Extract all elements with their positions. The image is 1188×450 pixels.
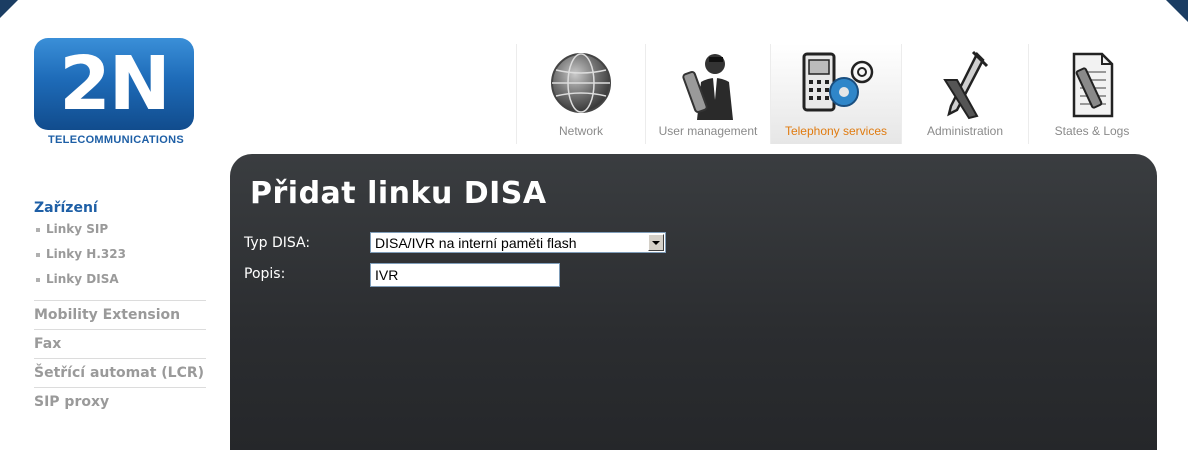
nav-network-label: Network bbox=[558, 124, 603, 138]
bullet-icon bbox=[36, 252, 40, 257]
sidebar-subitem-linky-sip[interactable]: Linky SIP bbox=[34, 222, 206, 247]
bullet-icon bbox=[36, 277, 40, 282]
sidebar-item-mobility-extension[interactable]: Mobility Extension bbox=[34, 300, 206, 329]
company-logo[interactable]: 2N TELECOMMUNICATIONS bbox=[34, 38, 194, 148]
top-right-corner bbox=[1166, 0, 1188, 22]
typ-disa-row: Typ DISA: DISA/IVR na interní paměti fla… bbox=[244, 232, 684, 256]
logs-document-icon bbox=[1064, 50, 1120, 124]
sidebar: Zařízení Linky SIP Linky H.323 Linky DIS… bbox=[34, 200, 206, 416]
popis-label: Popis: bbox=[244, 266, 286, 282]
sidebar-heading[interactable]: Zařízení bbox=[34, 200, 206, 216]
chevron-down-icon bbox=[652, 240, 660, 245]
main-panel: Přidat linku DISA Typ DISA: DISA/IVR na … bbox=[230, 154, 1157, 450]
sidebar-subitem-linky-h323[interactable]: Linky H.323 bbox=[34, 247, 206, 272]
nav-user-management[interactable]: User management bbox=[645, 44, 770, 144]
sidebar-subitem-label: Linky DISA bbox=[46, 272, 119, 286]
top-navigation: Network User management Telephony servic… bbox=[516, 44, 1155, 144]
logo-mark-box: 2N bbox=[34, 38, 194, 130]
user-management-icon bbox=[675, 50, 741, 124]
typ-disa-selected-value: DISA/IVR na interní paměti flash bbox=[375, 235, 577, 251]
sidebar-item-lcr[interactable]: Šetřící automat (LCR) bbox=[34, 358, 206, 387]
bullet-icon bbox=[36, 227, 40, 232]
nav-user-management-label: User management bbox=[658, 124, 758, 138]
nav-states-logs[interactable]: States & Logs bbox=[1028, 44, 1155, 144]
nav-telephony-services[interactable]: Telephony services bbox=[770, 44, 901, 144]
nav-administration[interactable]: Administration bbox=[901, 44, 1028, 144]
popis-input[interactable] bbox=[370, 263, 560, 287]
sidebar-subitem-linky-disa[interactable]: Linky DISA bbox=[34, 272, 206, 297]
globe-icon bbox=[548, 50, 614, 120]
nav-administration-label: Administration bbox=[926, 124, 1004, 138]
logo-mark: 2N bbox=[59, 41, 170, 127]
nav-states-logs-label: States & Logs bbox=[1054, 124, 1130, 138]
nav-telephony-services-label: Telephony services bbox=[784, 124, 888, 138]
typ-disa-label: Typ DISA: bbox=[244, 235, 311, 251]
typ-disa-select[interactable]: DISA/IVR na interní paměti flash bbox=[370, 232, 666, 253]
telephony-services-icon bbox=[794, 50, 878, 120]
top-left-corner bbox=[0, 0, 18, 18]
page-title: Přidat linku DISA bbox=[250, 176, 547, 211]
sidebar-item-sip-proxy[interactable]: SIP proxy bbox=[34, 387, 206, 416]
sidebar-subitem-label: Linky H.323 bbox=[46, 247, 126, 261]
nav-network[interactable]: Network bbox=[516, 44, 645, 144]
dropdown-button[interactable] bbox=[648, 234, 664, 251]
sidebar-item-fax[interactable]: Fax bbox=[34, 329, 206, 358]
administration-tools-icon bbox=[937, 50, 993, 124]
sidebar-subitem-label: Linky SIP bbox=[46, 222, 109, 236]
popis-row: Popis: bbox=[244, 263, 684, 287]
logo-subtitle: TELECOMMUNICATIONS bbox=[48, 134, 184, 146]
